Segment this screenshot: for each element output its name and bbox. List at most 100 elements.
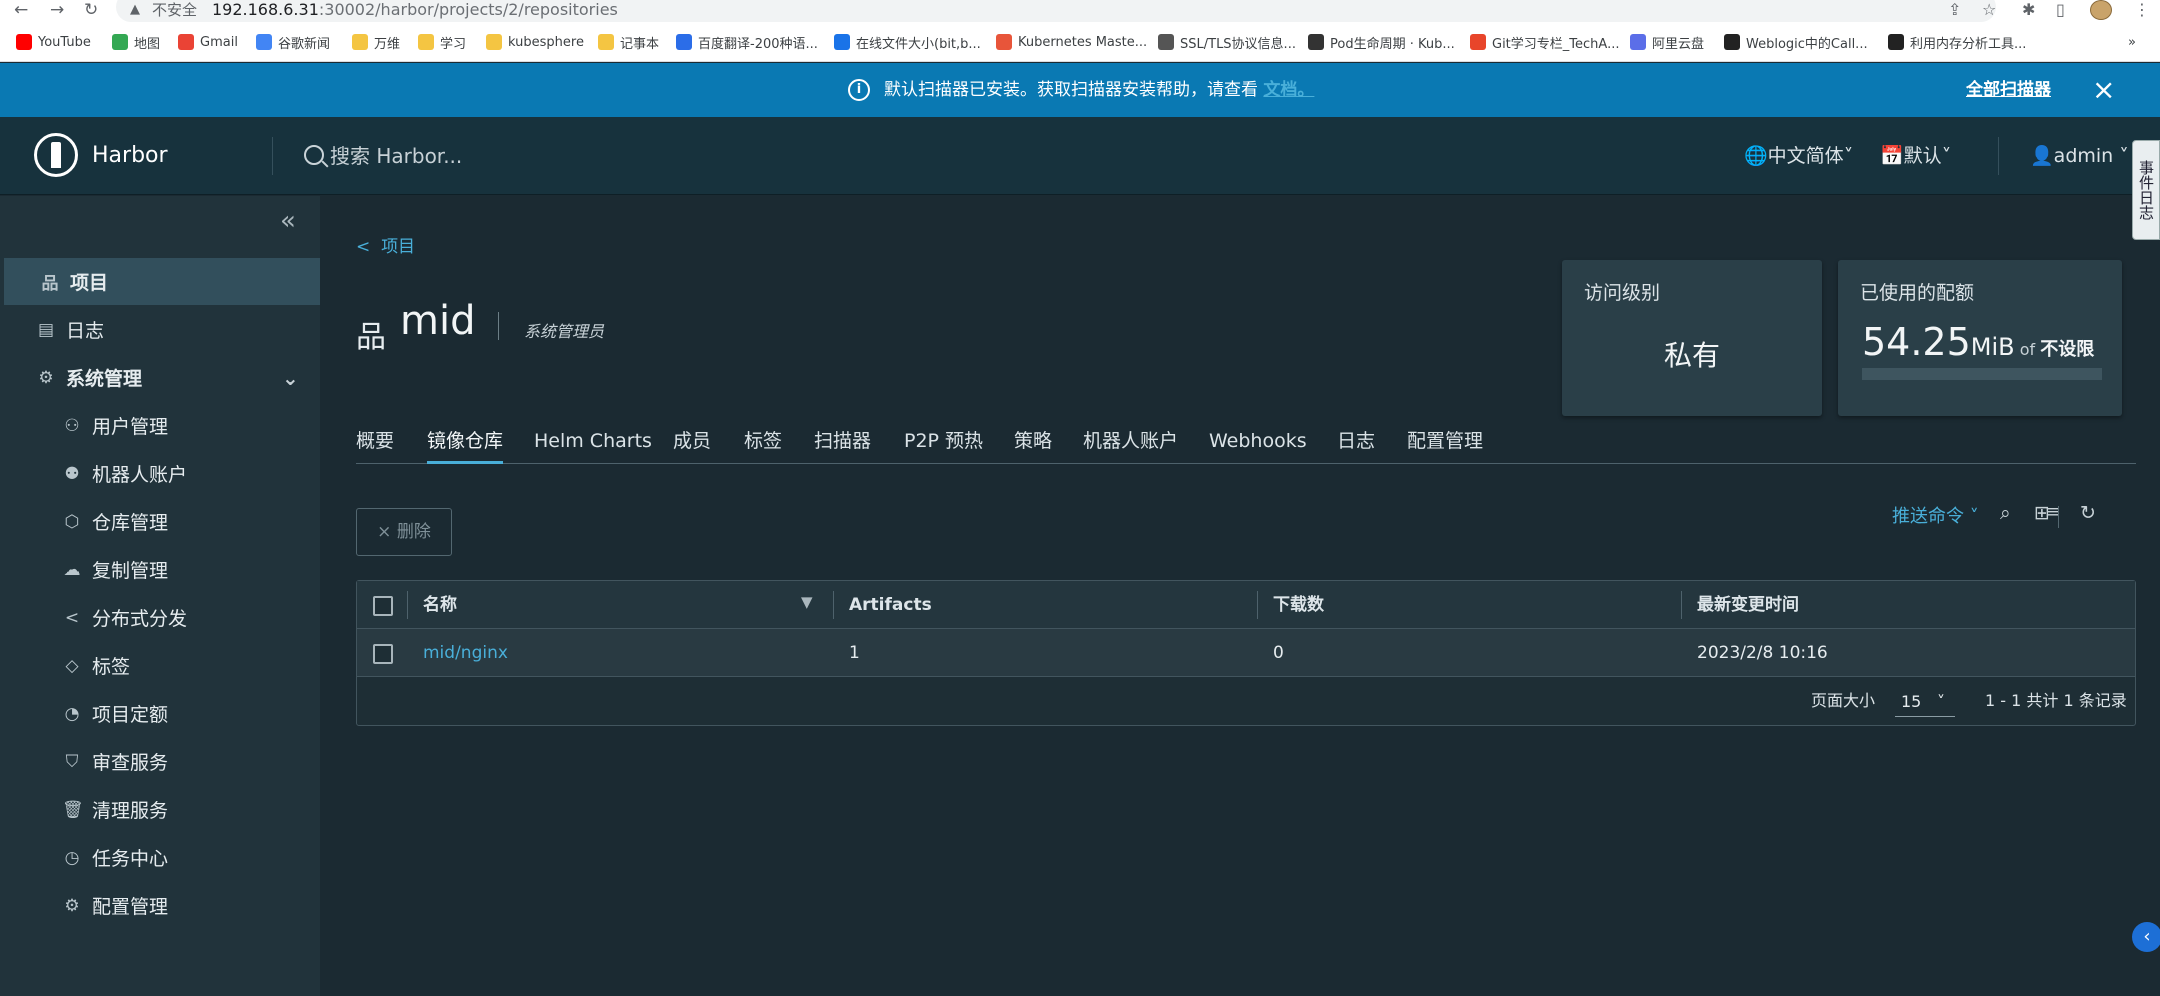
- book-icon: [1308, 34, 1324, 50]
- push-command-dropdown[interactable]: 推送命令 ˅: [1892, 502, 1979, 528]
- extensions-icon[interactable]: ✱: [2022, 0, 2035, 20]
- sidebar-item-registries[interactable]: ⬡ 仓库管理: [0, 498, 320, 545]
- sidebar-item-labels[interactable]: ◇ 标签: [0, 642, 320, 689]
- bookmark-baidu-translate[interactable]: 百度翻译-200种语...: [676, 22, 818, 62]
- all-scanners-link[interactable]: 全部扫描器: [1966, 63, 2051, 117]
- translate-icon: [676, 34, 692, 50]
- column-artifacts[interactable]: Artifacts: [849, 581, 932, 629]
- sidebar-item-projects[interactable]: 品项目: [4, 258, 320, 305]
- column-name[interactable]: 名称: [423, 581, 457, 629]
- tab-robot-accounts[interactable]: 机器人账户: [1083, 416, 1178, 464]
- bookmark-gmail[interactable]: Gmail: [178, 22, 238, 62]
- bookmark-kubernetes[interactable]: Kubernetes Maste...: [996, 22, 1147, 62]
- registry-icon: ⬡: [64, 511, 80, 532]
- sidebar-item-jobs[interactable]: ◷ 任务中心: [0, 834, 320, 881]
- quota-card: 已使用的配额 54.25MiB of 不设限: [1838, 260, 2122, 416]
- search-icon[interactable]: ⌕: [2000, 502, 2011, 524]
- search-icon: [304, 145, 324, 165]
- table-row[interactable]: mid/nginx 1 0 2023/2/8 10:16: [357, 629, 2135, 677]
- harbor-logo[interactable]: [34, 133, 78, 177]
- bookmark-ssl[interactable]: SSL/TLS协议信息...: [1158, 22, 1296, 62]
- tab-configuration[interactable]: 配置管理: [1407, 416, 1483, 464]
- tab-helm-charts[interactable]: Helm Charts: [534, 416, 652, 464]
- close-icon[interactable]: ×: [2092, 63, 2115, 117]
- quota-usage: 54.25MiB of 不设限: [1862, 320, 2095, 364]
- brand-name[interactable]: Harbor: [92, 117, 168, 195]
- tab-labels[interactable]: 标签: [744, 416, 782, 464]
- date-format-selector[interactable]: 📅默认˅: [1880, 117, 1951, 195]
- user-menu[interactable]: 👤admin ˅: [2030, 117, 2129, 195]
- tab-summary[interactable]: 概要: [356, 416, 394, 464]
- sidebar-item-logs[interactable]: ▤ 日志: [0, 306, 320, 353]
- chevron-down-icon: ⌄: [282, 365, 299, 390]
- bookmark-pod[interactable]: Pod生命周期 · Kub...: [1308, 22, 1455, 62]
- star-icon[interactable]: ☆: [1982, 0, 1996, 20]
- tab-p2p-preheat[interactable]: P2P 预热: [904, 416, 983, 464]
- tab-members[interactable]: 成员: [673, 416, 711, 464]
- bookmark-weblogic[interactable]: Weblogic中的Call...: [1724, 22, 1868, 62]
- cloud-drive-icon: [1630, 34, 1646, 50]
- chevron-left-icon[interactable]: ‹: [2132, 922, 2160, 952]
- tab-policy[interactable]: 策略: [1014, 416, 1052, 464]
- repository-name-link[interactable]: mid/nginx: [423, 629, 508, 677]
- global-search-input[interactable]: 搜索 Harbor...: [330, 117, 462, 195]
- sidebar-group-admin[interactable]: ⚙ 系统管理 ⌄: [0, 354, 320, 401]
- tab-repositories[interactable]: 镜像仓库: [427, 416, 504, 464]
- bookmark-youtube[interactable]: YouTube: [16, 22, 91, 62]
- tab-webhooks[interactable]: Webhooks: [1209, 416, 1307, 464]
- sidepanel-icon[interactable]: ▯: [2056, 0, 2065, 20]
- bookmark-memory[interactable]: 利用内存分析工具...: [1888, 22, 2026, 62]
- page-title: mid: [400, 298, 476, 344]
- browser-address-bar: ← → ↻ ▲ 不安全 192.168.6.31:30002/harbor/pr…: [0, 0, 2160, 22]
- reload-icon[interactable]: ↻: [84, 0, 98, 22]
- sidebar-item-quotas[interactable]: ◔ 项目定额: [0, 690, 320, 737]
- delete-button[interactable]: × 删除: [356, 508, 452, 556]
- sidebar-item-distributions[interactable]: < 分布式分发: [0, 594, 320, 641]
- sidebar-item-users[interactable]: ⚇ 用户管理: [0, 402, 320, 449]
- breadcrumb[interactable]: < 项目: [356, 232, 415, 257]
- pull-count: 0: [1273, 643, 1284, 663]
- bookmark-git[interactable]: Git学习专栏_TechA...: [1470, 22, 1619, 62]
- share-icon[interactable]: ⇪: [1948, 0, 1961, 20]
- bookmark-folder[interactable]: 记事本: [598, 22, 659, 62]
- collapse-sidebar-icon[interactable]: «: [280, 206, 296, 236]
- sidebar-item-interrogation[interactable]: ⛉ 审查服务: [0, 738, 320, 785]
- page-size-select[interactable]: 15 ˅: [1895, 687, 1955, 717]
- language-selector[interactable]: 🌐中文简体˅: [1744, 117, 1853, 195]
- sidebar-item-robots[interactable]: ⚉ 机器人账户: [0, 450, 320, 497]
- refresh-icon[interactable]: ↻: [2080, 502, 2096, 524]
- back-icon[interactable]: ←: [14, 0, 28, 22]
- event-log-tab[interactable]: 事件日志: [2132, 140, 2160, 240]
- row-checkbox[interactable]: [373, 644, 393, 664]
- bookmark-maps[interactable]: 地图: [112, 22, 160, 62]
- bookmark-folder[interactable]: 学习: [418, 22, 466, 62]
- bookmark-folder[interactable]: kubesphere: [486, 22, 584, 62]
- column-updated[interactable]: 最新变更时间: [1697, 581, 1799, 629]
- browser-profile-avatar[interactable]: [2090, 0, 2112, 20]
- bookmark-folder[interactable]: 万维: [352, 22, 400, 62]
- replication-icon: ☁: [63, 559, 81, 580]
- bookmarks-overflow-icon[interactable]: »: [2128, 22, 2136, 62]
- url-text[interactable]: 192.168.6.31:30002/harbor/projects/2/rep…: [212, 0, 618, 20]
- sidebar-item-config[interactable]: ⚙ 配置管理: [0, 882, 320, 929]
- bookmark-news[interactable]: 谷歌新闻: [256, 22, 330, 62]
- bookmark-file-size[interactable]: 在线文件大小(bit,b...: [834, 22, 981, 62]
- sidebar-item-replications[interactable]: ☁ 复制管理: [0, 546, 320, 593]
- pagination-summary: 1 - 1 共计 1 条记录: [1985, 691, 2127, 710]
- robot-icon: ⚉: [64, 463, 80, 484]
- docs-link[interactable]: 文档。: [1263, 80, 1314, 100]
- sidebar-item-gc[interactable]: 🗑 清理服务: [0, 786, 320, 833]
- folder-icon: [486, 34, 502, 50]
- forward-icon[interactable]: →: [50, 0, 64, 22]
- menu-icon[interactable]: ⋮: [2134, 0, 2150, 20]
- tab-scanner[interactable]: 扫描器: [814, 416, 871, 464]
- select-all-checkbox[interactable]: [373, 596, 393, 616]
- log-icon: ▤: [37, 319, 55, 340]
- gear-icon: ⚙: [64, 895, 80, 916]
- filter-icon[interactable]: ▼: [801, 593, 813, 611]
- bookmark-aliyun[interactable]: 阿里云盘: [1630, 22, 1704, 62]
- app-header: Harbor 搜索 Harbor... 🌐中文简体˅ 📅默认˅ 👤admin ˅: [0, 117, 2160, 195]
- gmail-icon: [178, 34, 194, 50]
- tab-logs[interactable]: 日志: [1337, 416, 1375, 464]
- column-pulls[interactable]: 下载数: [1273, 581, 1324, 629]
